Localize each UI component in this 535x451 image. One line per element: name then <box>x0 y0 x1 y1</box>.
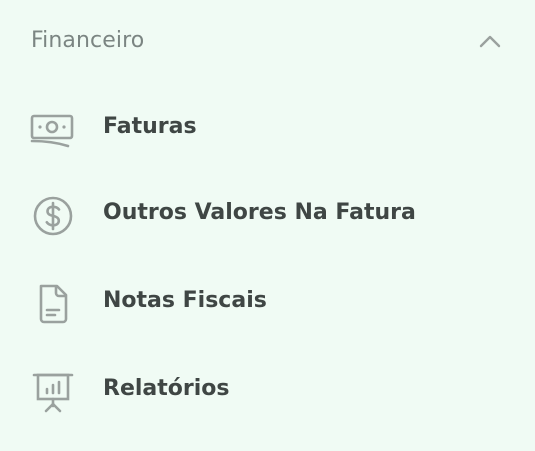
presentation-chart-icon <box>28 370 76 414</box>
chevron-up-icon[interactable] <box>476 30 504 52</box>
menu-item-faturas[interactable]: Faturas <box>0 94 535 164</box>
document-icon <box>28 282 76 326</box>
menu-item-notas-fiscais[interactable]: Notas Fiscais <box>0 268 535 338</box>
menu-item-label: Faturas <box>103 114 197 139</box>
banknote-icon <box>28 108 76 152</box>
dollar-circle-icon <box>28 194 76 238</box>
menu-item-label: Notas Fiscais <box>103 288 267 313</box>
menu-item-label: Relatórios <box>103 376 230 401</box>
section-title: Financeiro <box>31 28 145 53</box>
menu-item-relatorios[interactable]: Relatórios <box>0 356 535 426</box>
financeiro-section-header[interactable]: Financeiro <box>0 14 535 70</box>
menu-item-outros-valores[interactable]: Outros Valores Na Fatura <box>0 180 535 250</box>
menu-item-label: Outros Valores Na Fatura <box>103 200 416 225</box>
financeiro-menu: Financeiro Faturas Outros Valores Na Fat… <box>0 0 535 451</box>
